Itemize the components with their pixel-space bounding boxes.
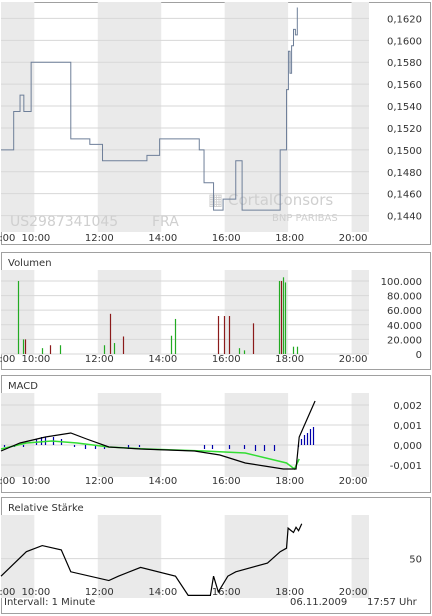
y-tick-label: 40.000: [387, 321, 422, 332]
date-label: 06.11.2009: [290, 597, 348, 608]
y-tick-label: 0,1560: [387, 80, 422, 91]
time-band: [351, 515, 369, 598]
y-tick-label: 60.000: [387, 306, 422, 317]
watermark-exchange: FRA: [152, 214, 179, 230]
time-band: [1, 2, 35, 232]
x-tick-label: 12:00: [85, 233, 114, 244]
time-band: [1, 515, 35, 598]
x-tick-label: 10:00: [21, 354, 50, 365]
time-band: [97, 515, 162, 598]
x-tick-label: 10:00: [21, 233, 50, 244]
x-tick-label: 16:00: [212, 476, 241, 487]
x-tick-label: 12:00: [85, 476, 114, 487]
y-tick-label: 0,1500: [387, 146, 422, 157]
time-label: 17:57 Uhr: [367, 597, 417, 608]
time-band: [1, 270, 35, 354]
time-band: [97, 393, 162, 477]
x-tick-label: 16:00: [212, 354, 241, 365]
watermark-isin: US2987341045: [10, 214, 118, 230]
panel-title: MACD: [8, 381, 38, 392]
x-tick-label: 14:00: [148, 233, 177, 244]
x-tick-label: 14:00: [148, 476, 177, 487]
stock-chart: 0,1440 0,1460 0,1480 0,1500 0,1520 0,1540 0,15…: [0, 2, 431, 614]
chart-footer: Intervall: 1 Minute 06.11.2009 17:57 Uhr: [4, 597, 428, 611]
time-band: [224, 270, 289, 354]
y-tick-label: 80.000: [387, 292, 422, 303]
time-band: [351, 2, 369, 232]
x-tick-label: 18:00: [275, 233, 304, 244]
time-band: [97, 270, 162, 354]
x-tick-label: 20:00: [339, 233, 368, 244]
y-tick-label: 0,1540: [387, 102, 422, 113]
time-band: [1, 393, 35, 477]
y-tick-label: 0,1600: [387, 36, 422, 47]
x-tick-label: 9:00: [0, 476, 15, 487]
time-band: [351, 270, 369, 354]
x-tick-label: 9:00: [0, 354, 15, 365]
time-band: [351, 393, 369, 477]
x-tick-label: 14:00: [148, 354, 177, 365]
y-tick-label: 0,000: [393, 441, 422, 452]
interval-label: Intervall: 1 Minute: [4, 597, 96, 608]
y-tick-label: 20.000: [387, 335, 422, 346]
panel-title: Relative Stärke: [8, 503, 84, 514]
y-tick-label: 50: [409, 555, 422, 566]
x-tick-label: 9:00: [0, 233, 15, 244]
y-tick-label: 0,1480: [387, 168, 422, 179]
y-tick-label: 100.000: [381, 277, 422, 288]
x-tick-label: 18:00: [275, 354, 304, 365]
x-tick-label: 18:00: [275, 476, 304, 487]
watermark-sub: BNP PARIBAS: [272, 213, 338, 224]
y-tick-label: 0,1580: [387, 58, 422, 69]
time-band: [97, 2, 162, 232]
y-tick-label: 0,1620: [387, 14, 422, 25]
watermark-logo: ▦: [208, 190, 223, 209]
y-tick-label: 0,1460: [387, 190, 422, 201]
y-tick-label: 0,001: [393, 421, 422, 432]
x-tick-label: 20:00: [339, 354, 368, 365]
x-tick-label: 16:00: [212, 233, 241, 244]
x-tick-label: 12:00: [85, 354, 114, 365]
x-tick-label: 10:00: [21, 476, 50, 487]
watermark-brand: CortalConsors: [228, 191, 333, 209]
y-tick-label: 0,1440: [387, 212, 422, 223]
y-tick-label: 0,1520: [387, 124, 422, 135]
y-tick-label: 0,002: [393, 401, 422, 412]
y-tick-label: -0,001: [390, 461, 422, 472]
y-tick-label: 0: [416, 350, 422, 361]
panel-title: Volumen: [8, 258, 52, 269]
x-tick-label: 20:00: [339, 476, 368, 487]
time-band: [224, 515, 289, 598]
